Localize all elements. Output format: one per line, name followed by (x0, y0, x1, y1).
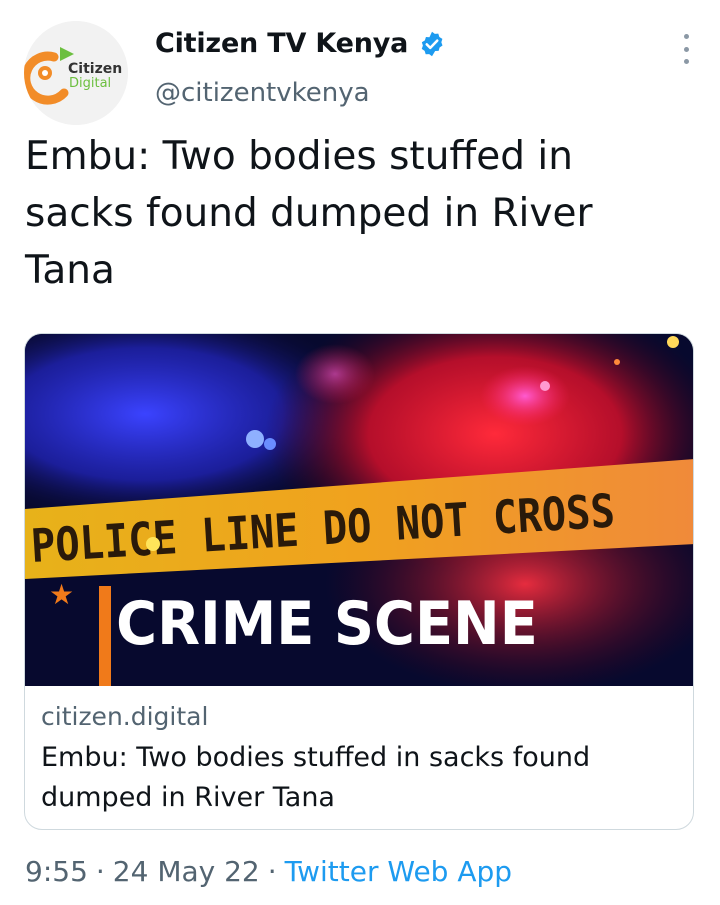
tweet-meta: 9:55 · 24 May 22 · Twitter Web App (25, 855, 512, 888)
meta-separator: · (95, 855, 105, 888)
svg-text:★: ★ (49, 578, 74, 611)
logo-text-citizen: Citizen (68, 61, 122, 77)
card-image: POLICE LINE DO NOT CROSS ★ CRIME SCENE (25, 334, 693, 686)
logo-text-digital: Digital (69, 76, 111, 91)
more-dot (683, 59, 689, 64)
name-row: Citizen TV Kenya (155, 28, 446, 59)
more-dot (683, 34, 689, 39)
avatar[interactable]: Citizen Digital (24, 21, 128, 125)
tweet-text: Embu: Two bodies stuffed in sacks found … (25, 134, 593, 293)
citizen-digital-logo: Citizen Digital (24, 21, 128, 125)
tweet-date[interactable]: 24 May 22 (113, 855, 260, 888)
more-options-icon[interactable] (680, 34, 692, 64)
meta-separator: · (267, 855, 277, 888)
tweet-source-link[interactable]: Twitter Web App (285, 855, 512, 888)
more-dot (683, 46, 689, 52)
tweet-time[interactable]: 9:55 (25, 855, 88, 888)
card-title: Embu: Two bodies stuffed in sacks found … (41, 742, 591, 813)
link-card[interactable]: POLICE LINE DO NOT CROSS ★ CRIME SCENE c… (24, 333, 694, 830)
tweet-container: Citizen Digital Citizen TV Kenya @citize… (0, 0, 720, 905)
crime-scene-image: POLICE LINE DO NOT CROSS ★ CRIME SCENE (25, 334, 693, 686)
verified-badge-icon (418, 30, 446, 58)
crime-scene-text: CRIME SCENE (116, 588, 538, 658)
handle[interactable]: @citizentvkenya (155, 78, 370, 108)
display-name[interactable]: Citizen TV Kenya (155, 28, 408, 59)
card-domain: citizen.digital (41, 702, 209, 731)
